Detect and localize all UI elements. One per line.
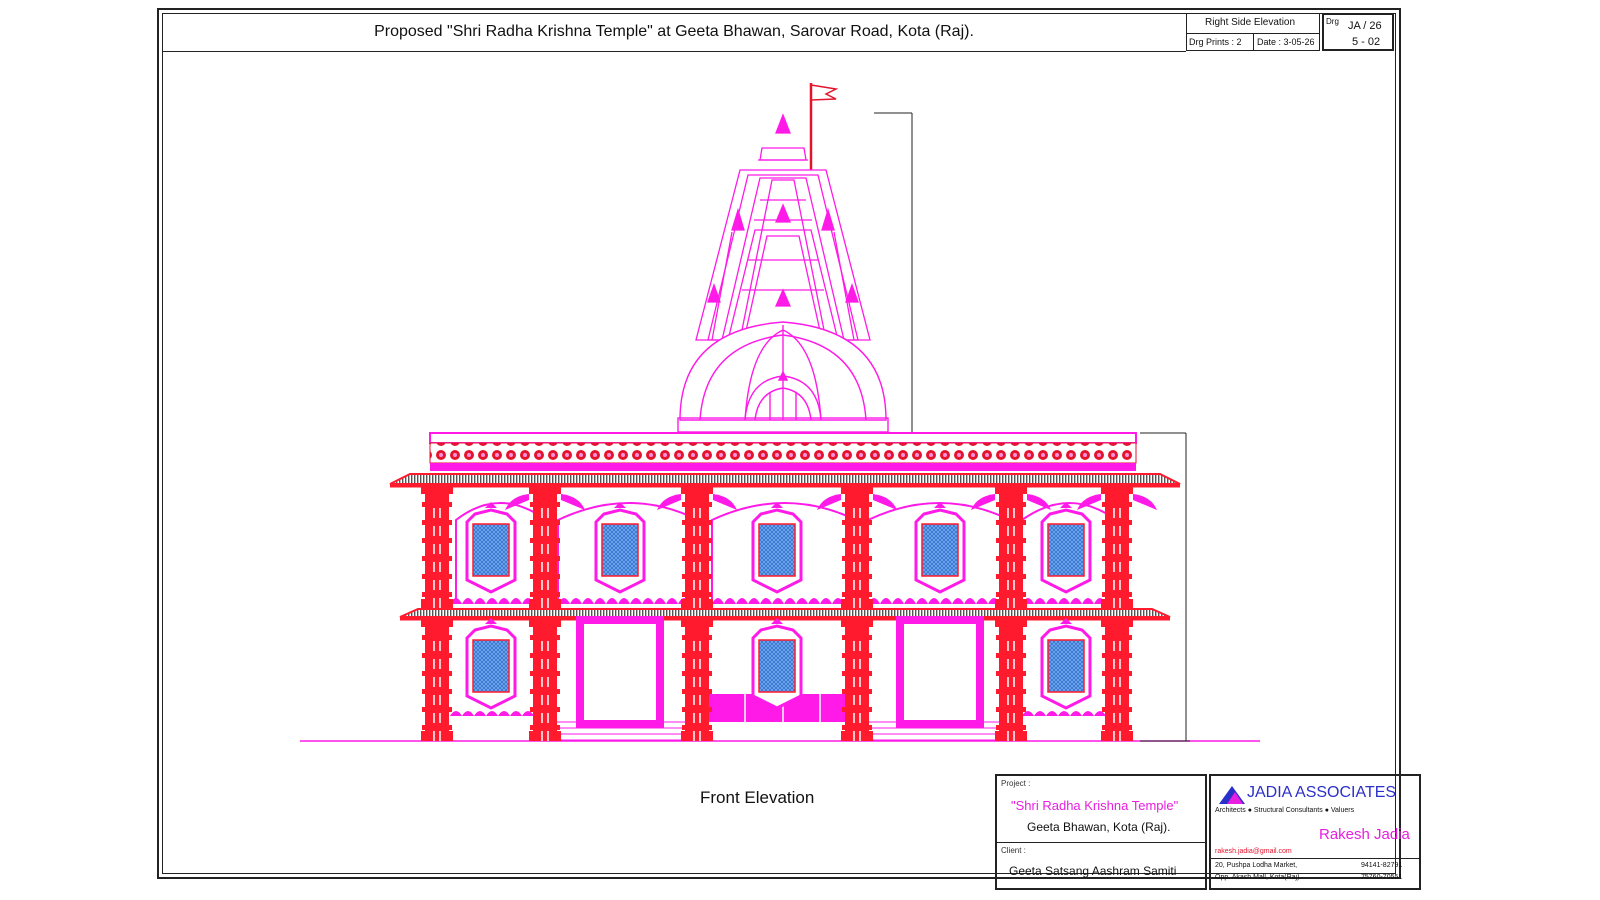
client-name: Geeta Satsang Aashram Samiti [1009,864,1177,878]
phone-2: 75760-70551 [1361,874,1403,881]
jali-window [751,502,803,594]
firm-logo-icon [1219,786,1245,804]
temple-shikhara [695,113,871,341]
client-label: Client : [1001,846,1026,855]
project-label: Project : [1001,779,1031,788]
firm-name: JADIA ASSOCIATES [1247,784,1397,801]
jali-window [914,502,966,594]
service-valuers: Valuers [1330,807,1355,814]
phone-1: 94141-82791 [1361,862,1403,869]
jali-window [465,502,517,594]
front-elevation-drawing [300,83,1260,742]
jali-window [751,618,803,710]
temple-flag [809,83,839,170]
lower-chhajja [399,608,1171,621]
bullet-icon: ● [1324,807,1329,814]
temple-dome [677,321,889,433]
jali-window [1040,618,1092,710]
address-line-2: Opp. Akash Mall, Kota(Raj). [1215,874,1302,881]
elevation-caption: Front Elevation [700,788,815,807]
project-name: "Shri Radha Krishna Temple" [1011,798,1179,813]
upper-chhajja [389,473,1181,488]
jali-window [594,502,646,594]
address-line-1: 20, Pushpa Lodha Market, [1215,862,1298,869]
jali-window [1040,502,1092,594]
roof-parapet [429,432,1137,471]
architect-name: Rakesh Jadia [1319,826,1410,843]
service-architects: Architects [1215,807,1246,814]
project-location: Geeta Bhawan, Kota (Raj). [1027,820,1171,834]
firm-email: rakesh.jadia@gmail.com [1215,848,1292,855]
project-title-block: Project : "Shri Radha Krishna Temple" Ge… [995,774,1207,890]
jali-window [465,618,517,710]
service-structural: Structural Consultants [1253,807,1323,814]
firm-services: Architects ● Structural Consultants ● Va… [1215,807,1354,814]
firm-title-block: JADIA ASSOCIATES Architects ● Structural… [1209,774,1421,890]
bullet-icon: ● [1247,807,1252,814]
